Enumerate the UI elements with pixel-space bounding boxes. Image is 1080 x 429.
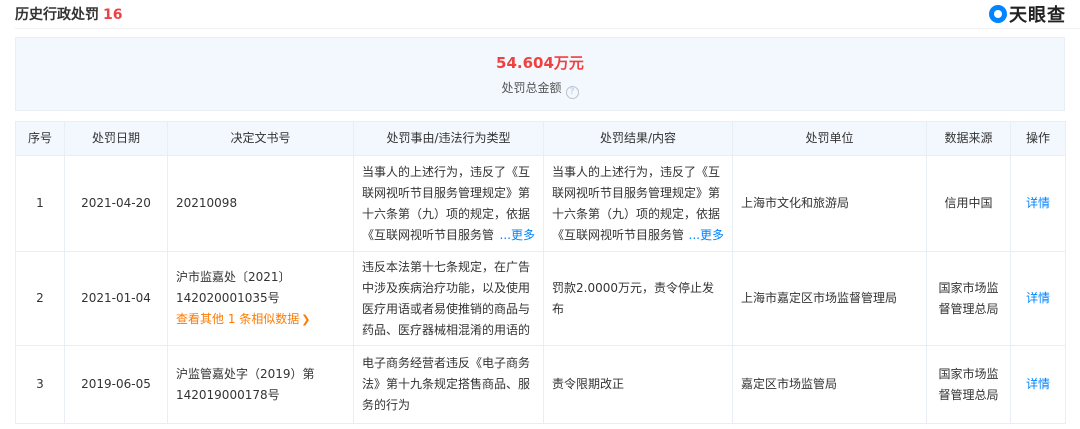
cell-unit: 上海市文化和旅游局 bbox=[732, 155, 927, 252]
cell-reason: 电子商务经营者违反《电子商务法》第十九条规定搭售商品、服务的行为 bbox=[353, 345, 544, 424]
col-header-result: 处罚结果/内容 bbox=[543, 121, 733, 156]
reason-text-wrap: 当事人的上述行为，违反了《互联网视听节目服务管理规定》第十六条第（九）项的规定，… bbox=[362, 162, 535, 246]
table-row: 2 2021-01-04 沪市监嘉处〔2021〕142020001035号 查看… bbox=[15, 251, 1066, 346]
table-header-row: 序号 处罚日期 决定文书号 处罚事由/违法行为类型 处罚结果/内容 处罚单位 数… bbox=[15, 121, 1066, 156]
details-link[interactable]: 详情 bbox=[1026, 377, 1050, 391]
tianyancha-logo-icon bbox=[989, 5, 1007, 23]
result-text-wrap: 当事人的上述行为，违反了《互联网视听节目服务管理规定》第十六条第（九）项的规定，… bbox=[552, 162, 724, 246]
cell-result: 罚款2.0000万元，责令停止发布 bbox=[543, 251, 733, 346]
col-header-index: 序号 bbox=[15, 121, 65, 156]
doc-no-text: 沪市监嘉处〔2021〕142020001035号 bbox=[176, 270, 291, 305]
section-title-text: 历史行政处罚 bbox=[15, 7, 99, 23]
reason-more-link[interactable]: ...更多 bbox=[495, 224, 535, 246]
table-row: 1 2021-04-20 20210098 当事人的上述行为，违反了《互联网视听… bbox=[15, 155, 1066, 252]
similar-data-link[interactable]: 查看其他 1 条相似数据 ❯ bbox=[176, 309, 345, 330]
chevron-right-icon: ❯ bbox=[301, 313, 311, 326]
result-more-link[interactable]: ...更多 bbox=[684, 224, 724, 246]
cell-action: 详情 bbox=[1010, 345, 1066, 424]
col-header-reason: 处罚事由/违法行为类型 bbox=[353, 121, 544, 156]
brand-logo: 天眼查 bbox=[989, 2, 1066, 26]
col-header-action: 操作 bbox=[1010, 121, 1066, 156]
cell-unit: 上海市嘉定区市场监督管理局 bbox=[732, 251, 927, 346]
help-icon[interactable]: ? bbox=[565, 86, 579, 99]
cell-doc-no: 沪市监嘉处〔2021〕142020001035号 查看其他 1 条相似数据 ❯ bbox=[167, 251, 354, 346]
details-link[interactable]: 详情 bbox=[1026, 291, 1050, 305]
cell-action: 详情 bbox=[1010, 251, 1066, 346]
penalty-summary: 54.604万元 处罚总金额? bbox=[15, 37, 1065, 111]
cell-result: 责令限期改正 bbox=[543, 345, 733, 424]
divider bbox=[15, 28, 1080, 29]
cell-index: 2 bbox=[15, 251, 65, 346]
section-header: 历史行政处罚 16 天眼查 bbox=[0, 0, 1080, 30]
reason-text: 违反本法第十七条规定，在广告中涉及疾病治疗功能，以及使用医疗用语或者易使推销的商… bbox=[362, 259, 531, 337]
similar-data-text: 查看其他 1 条相似数据 bbox=[176, 312, 300, 326]
cell-source: 国家市场监督管理总局 bbox=[926, 251, 1011, 346]
cell-date: 2019-06-05 bbox=[64, 345, 168, 424]
col-header-doc-no: 决定文书号 bbox=[167, 121, 354, 156]
brand-name: 天眼查 bbox=[1009, 5, 1066, 26]
cell-action: 详情 bbox=[1010, 155, 1066, 252]
total-amount: 54.604万元 bbox=[496, 54, 584, 72]
penalty-table: 序号 处罚日期 决定文书号 处罚事由/违法行为类型 处罚结果/内容 处罚单位 数… bbox=[15, 121, 1066, 424]
cell-source: 国家市场监督管理总局 bbox=[926, 345, 1011, 424]
cell-reason: 违反本法第十七条规定，在广告中涉及疾病治疗功能，以及使用医疗用语或者易使推销的商… bbox=[353, 251, 544, 346]
cell-date: 2021-01-04 bbox=[64, 251, 168, 346]
cell-doc-no: 沪监管嘉处字（2019）第142019000178号 bbox=[167, 345, 354, 424]
cell-date: 2021-04-20 bbox=[64, 155, 168, 252]
col-header-source: 数据来源 bbox=[926, 121, 1011, 156]
cell-reason: 当事人的上述行为，违反了《互联网视听节目服务管理规定》第十六条第（九）项的规定，… bbox=[353, 155, 544, 252]
col-header-date: 处罚日期 bbox=[64, 121, 168, 156]
record-count: 16 bbox=[103, 7, 123, 23]
cell-source: 信用中国 bbox=[926, 155, 1011, 252]
total-amount-label: 处罚总金额 bbox=[501, 81, 562, 95]
col-header-unit: 处罚单位 bbox=[732, 121, 927, 156]
section-title: 历史行政处罚 16 bbox=[15, 4, 122, 24]
cell-unit: 嘉定区市场监管局 bbox=[732, 345, 927, 424]
cell-index: 3 bbox=[15, 345, 65, 424]
cell-result: 当事人的上述行为，违反了《互联网视听节目服务管理规定》第十六条第（九）项的规定，… bbox=[543, 155, 733, 252]
cell-doc-no: 20210098 bbox=[167, 155, 354, 252]
cell-index: 1 bbox=[15, 155, 65, 252]
details-link[interactable]: 详情 bbox=[1026, 196, 1050, 210]
total-amount-label-row: 处罚总金额? bbox=[16, 79, 1064, 99]
table-row: 3 2019-06-05 沪监管嘉处字（2019）第142019000178号 … bbox=[15, 345, 1066, 424]
